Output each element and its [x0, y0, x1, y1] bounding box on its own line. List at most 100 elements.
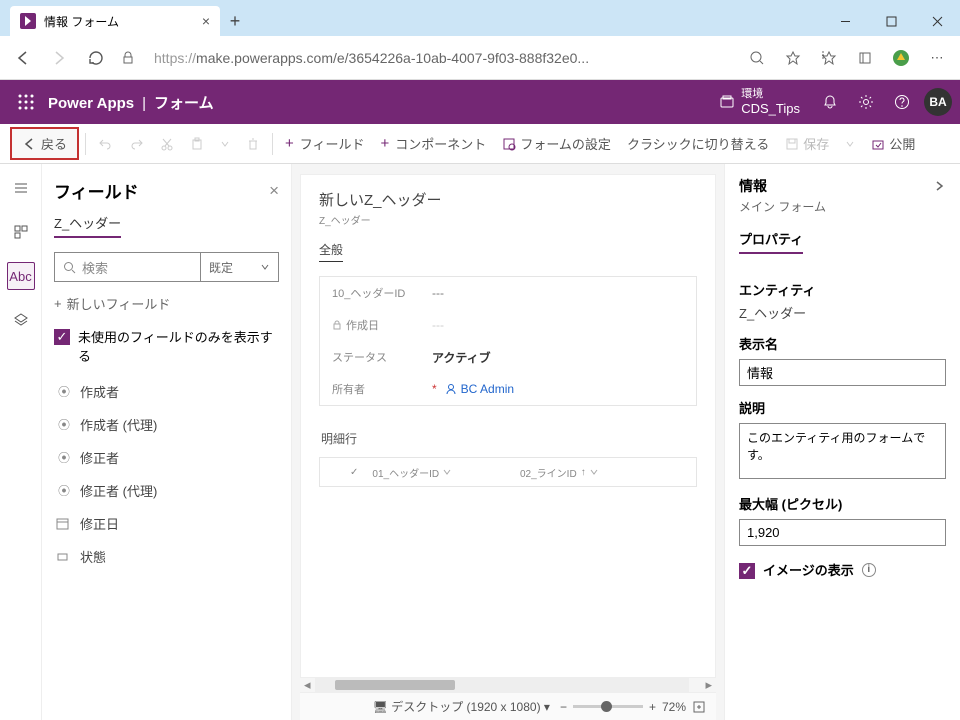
maxwidth-label: 最大幅 (ピクセル)	[739, 494, 946, 513]
field-item[interactable]: 修正日	[42, 507, 291, 540]
maxwidth-input[interactable]	[739, 519, 946, 546]
rail-layers-icon[interactable]	[7, 306, 35, 334]
browser-titlebar: 情報 フォーム × +	[0, 0, 960, 36]
form-type: メイン フォーム	[739, 198, 946, 215]
field-type-icon: ⦿	[56, 383, 72, 400]
close-tab-icon[interactable]: ×	[202, 13, 210, 29]
back-button[interactable]: 戻る	[10, 127, 79, 160]
description-input[interactable]: このエンティティ用のフォームです。	[739, 423, 946, 479]
form-area[interactable]: 新しいZ_ヘッダー Z_ヘッダー 全般 10_ヘッダーID--- 作成日--- …	[300, 174, 716, 678]
entity-value: Z_ヘッダー	[739, 303, 946, 322]
minimize-button[interactable]	[822, 6, 868, 36]
redo-button[interactable]	[123, 132, 150, 155]
fields-panel: フィールド × Z_ヘッダー 検索 既定 +新しいフィールド ✓ 未使用のフィー…	[42, 164, 292, 720]
delete-button[interactable]	[240, 133, 266, 155]
field-type-icon: ⦿	[56, 449, 72, 466]
app-launcher-icon[interactable]	[8, 84, 44, 120]
app-title: Power Apps|フォーム	[48, 92, 214, 113]
field-list: ⦿作成者⦿作成者 (代理)⦿修正者⦿修正者 (代理)修正日状態	[42, 375, 291, 573]
url-display[interactable]: https://make.powerapps.com/e/3654226a-10…	[144, 50, 738, 66]
more-icon[interactable]: ⋯	[920, 41, 954, 75]
collections-icon[interactable]	[848, 41, 882, 75]
add-component-button[interactable]: +コンポーネント	[375, 130, 493, 157]
field-type-icon	[56, 517, 72, 530]
field-type-icon	[56, 550, 72, 563]
browser-addressbar: https://make.powerapps.com/e/3654226a-10…	[0, 36, 960, 80]
command-bar: 戻る +フィールド +コンポーネント フォームの設定 クラシックに切り替える 保…	[0, 124, 960, 164]
subgrid-header[interactable]: ✓01_ヘッダーID 02_ラインID ↑	[319, 457, 697, 487]
rail-components-icon[interactable]	[7, 218, 35, 246]
info-icon[interactable]: i	[862, 563, 876, 577]
field-type-icon: ⦿	[56, 416, 72, 433]
fit-icon[interactable]	[692, 700, 706, 714]
powerapps-icon	[20, 13, 36, 29]
field-item[interactable]: ⦿修正者	[42, 441, 291, 474]
save-button[interactable]: 保存	[779, 130, 835, 157]
check-icon: ✓	[739, 563, 755, 579]
settings-icon[interactable]	[848, 84, 884, 120]
fields-panel-title: フィールド ×	[54, 178, 279, 203]
favorites-list-icon[interactable]	[812, 41, 846, 75]
add-field-button[interactable]: +フィールド	[279, 130, 371, 157]
horizontal-scrollbar[interactable]: ◂ ▸	[300, 678, 716, 692]
entity-label: エンティティ	[739, 280, 946, 299]
save-dropdown[interactable]	[839, 135, 861, 153]
publish-button[interactable]: 公開	[865, 130, 921, 157]
refresh-button[interactable]	[78, 41, 112, 75]
new-field-button[interactable]: +新しいフィールド	[54, 294, 279, 313]
field-item[interactable]: 状態	[42, 540, 291, 573]
zoom-control[interactable]: −+ 72%	[560, 700, 706, 714]
field-type-icon: ⦿	[56, 482, 72, 499]
field-item[interactable]: ⦿作成者	[42, 375, 291, 408]
show-image-checkbox[interactable]: ✓ イメージの表示 i	[739, 560, 946, 579]
notifications-icon[interactable]	[812, 84, 848, 120]
tab-title: 情報 フォーム	[44, 13, 194, 30]
help-icon[interactable]	[884, 84, 920, 120]
field-item[interactable]: ⦿作成者 (代理)	[42, 408, 291, 441]
field-search-row: 検索 既定	[54, 252, 279, 282]
detail-section-title[interactable]: 明細行	[319, 430, 697, 447]
new-tab-button[interactable]: +	[220, 6, 250, 36]
favorite-icon[interactable]	[776, 41, 810, 75]
header-section[interactable]: 10_ヘッダーID--- 作成日--- ステータスアクティブ 所有者*BC Ad…	[319, 276, 697, 406]
device-picker[interactable]: 🖥 デスクトップ (1920 x 1080) ▾	[373, 698, 550, 715]
chevron-right-icon[interactable]	[934, 180, 946, 192]
rail-tree-icon[interactable]	[7, 174, 35, 202]
display-name-label: 表示名	[739, 334, 946, 353]
view-dropdown[interactable]: 既定	[200, 253, 278, 281]
environment-picker[interactable]: 環境CDS_Tips	[719, 88, 812, 117]
nav-forward-button[interactable]	[42, 41, 76, 75]
lock-icon[interactable]	[114, 41, 142, 75]
cut-button[interactable]	[154, 133, 180, 155]
properties-panel: 情報 メイン フォーム プロパティ エンティティ Z_ヘッダー 表示名 説明 こ…	[724, 164, 960, 720]
nav-back-button[interactable]	[6, 41, 40, 75]
lock-icon	[332, 320, 342, 330]
form-title: 新しいZ_ヘッダー	[319, 189, 697, 210]
form-settings-button[interactable]: フォームの設定	[496, 130, 617, 157]
main-layout: Abc フィールド × Z_ヘッダー 検索 既定 +新しいフィールド ✓ 未使用…	[0, 164, 960, 720]
entity-name[interactable]: Z_ヘッダー	[54, 213, 121, 238]
browser-tab[interactable]: 情報 フォーム ×	[10, 6, 220, 36]
left-rail: Abc	[0, 164, 42, 720]
general-tab[interactable]: 全般	[319, 241, 343, 262]
search-input[interactable]: 検索	[55, 253, 200, 281]
switch-classic-button[interactable]: クラシックに切り替える	[621, 130, 775, 157]
close-panel-icon[interactable]: ×	[269, 181, 279, 201]
properties-tab[interactable]: プロパティ	[739, 229, 803, 254]
display-name-input[interactable]	[739, 359, 946, 386]
user-avatar[interactable]: BA	[924, 88, 952, 116]
form-subtitle: Z_ヘッダー	[319, 212, 697, 227]
undo-button[interactable]	[92, 132, 119, 155]
maximize-button[interactable]	[868, 6, 914, 36]
paste-button[interactable]	[184, 133, 210, 155]
profile-icon[interactable]	[884, 41, 918, 75]
canvas-statusbar: 🖥 デスクトップ (1920 x 1080) ▾ −+ 72%	[300, 692, 716, 720]
close-window-button[interactable]	[914, 6, 960, 36]
person-icon	[445, 383, 457, 395]
unused-only-checkbox[interactable]: ✓ 未使用のフィールドのみを表示する	[54, 327, 279, 365]
rail-fields-icon[interactable]: Abc	[7, 262, 35, 290]
description-label: 説明	[739, 398, 946, 417]
field-item[interactable]: ⦿修正者 (代理)	[42, 474, 291, 507]
paste-dropdown[interactable]	[214, 135, 236, 153]
zoom-icon[interactable]	[740, 41, 774, 75]
